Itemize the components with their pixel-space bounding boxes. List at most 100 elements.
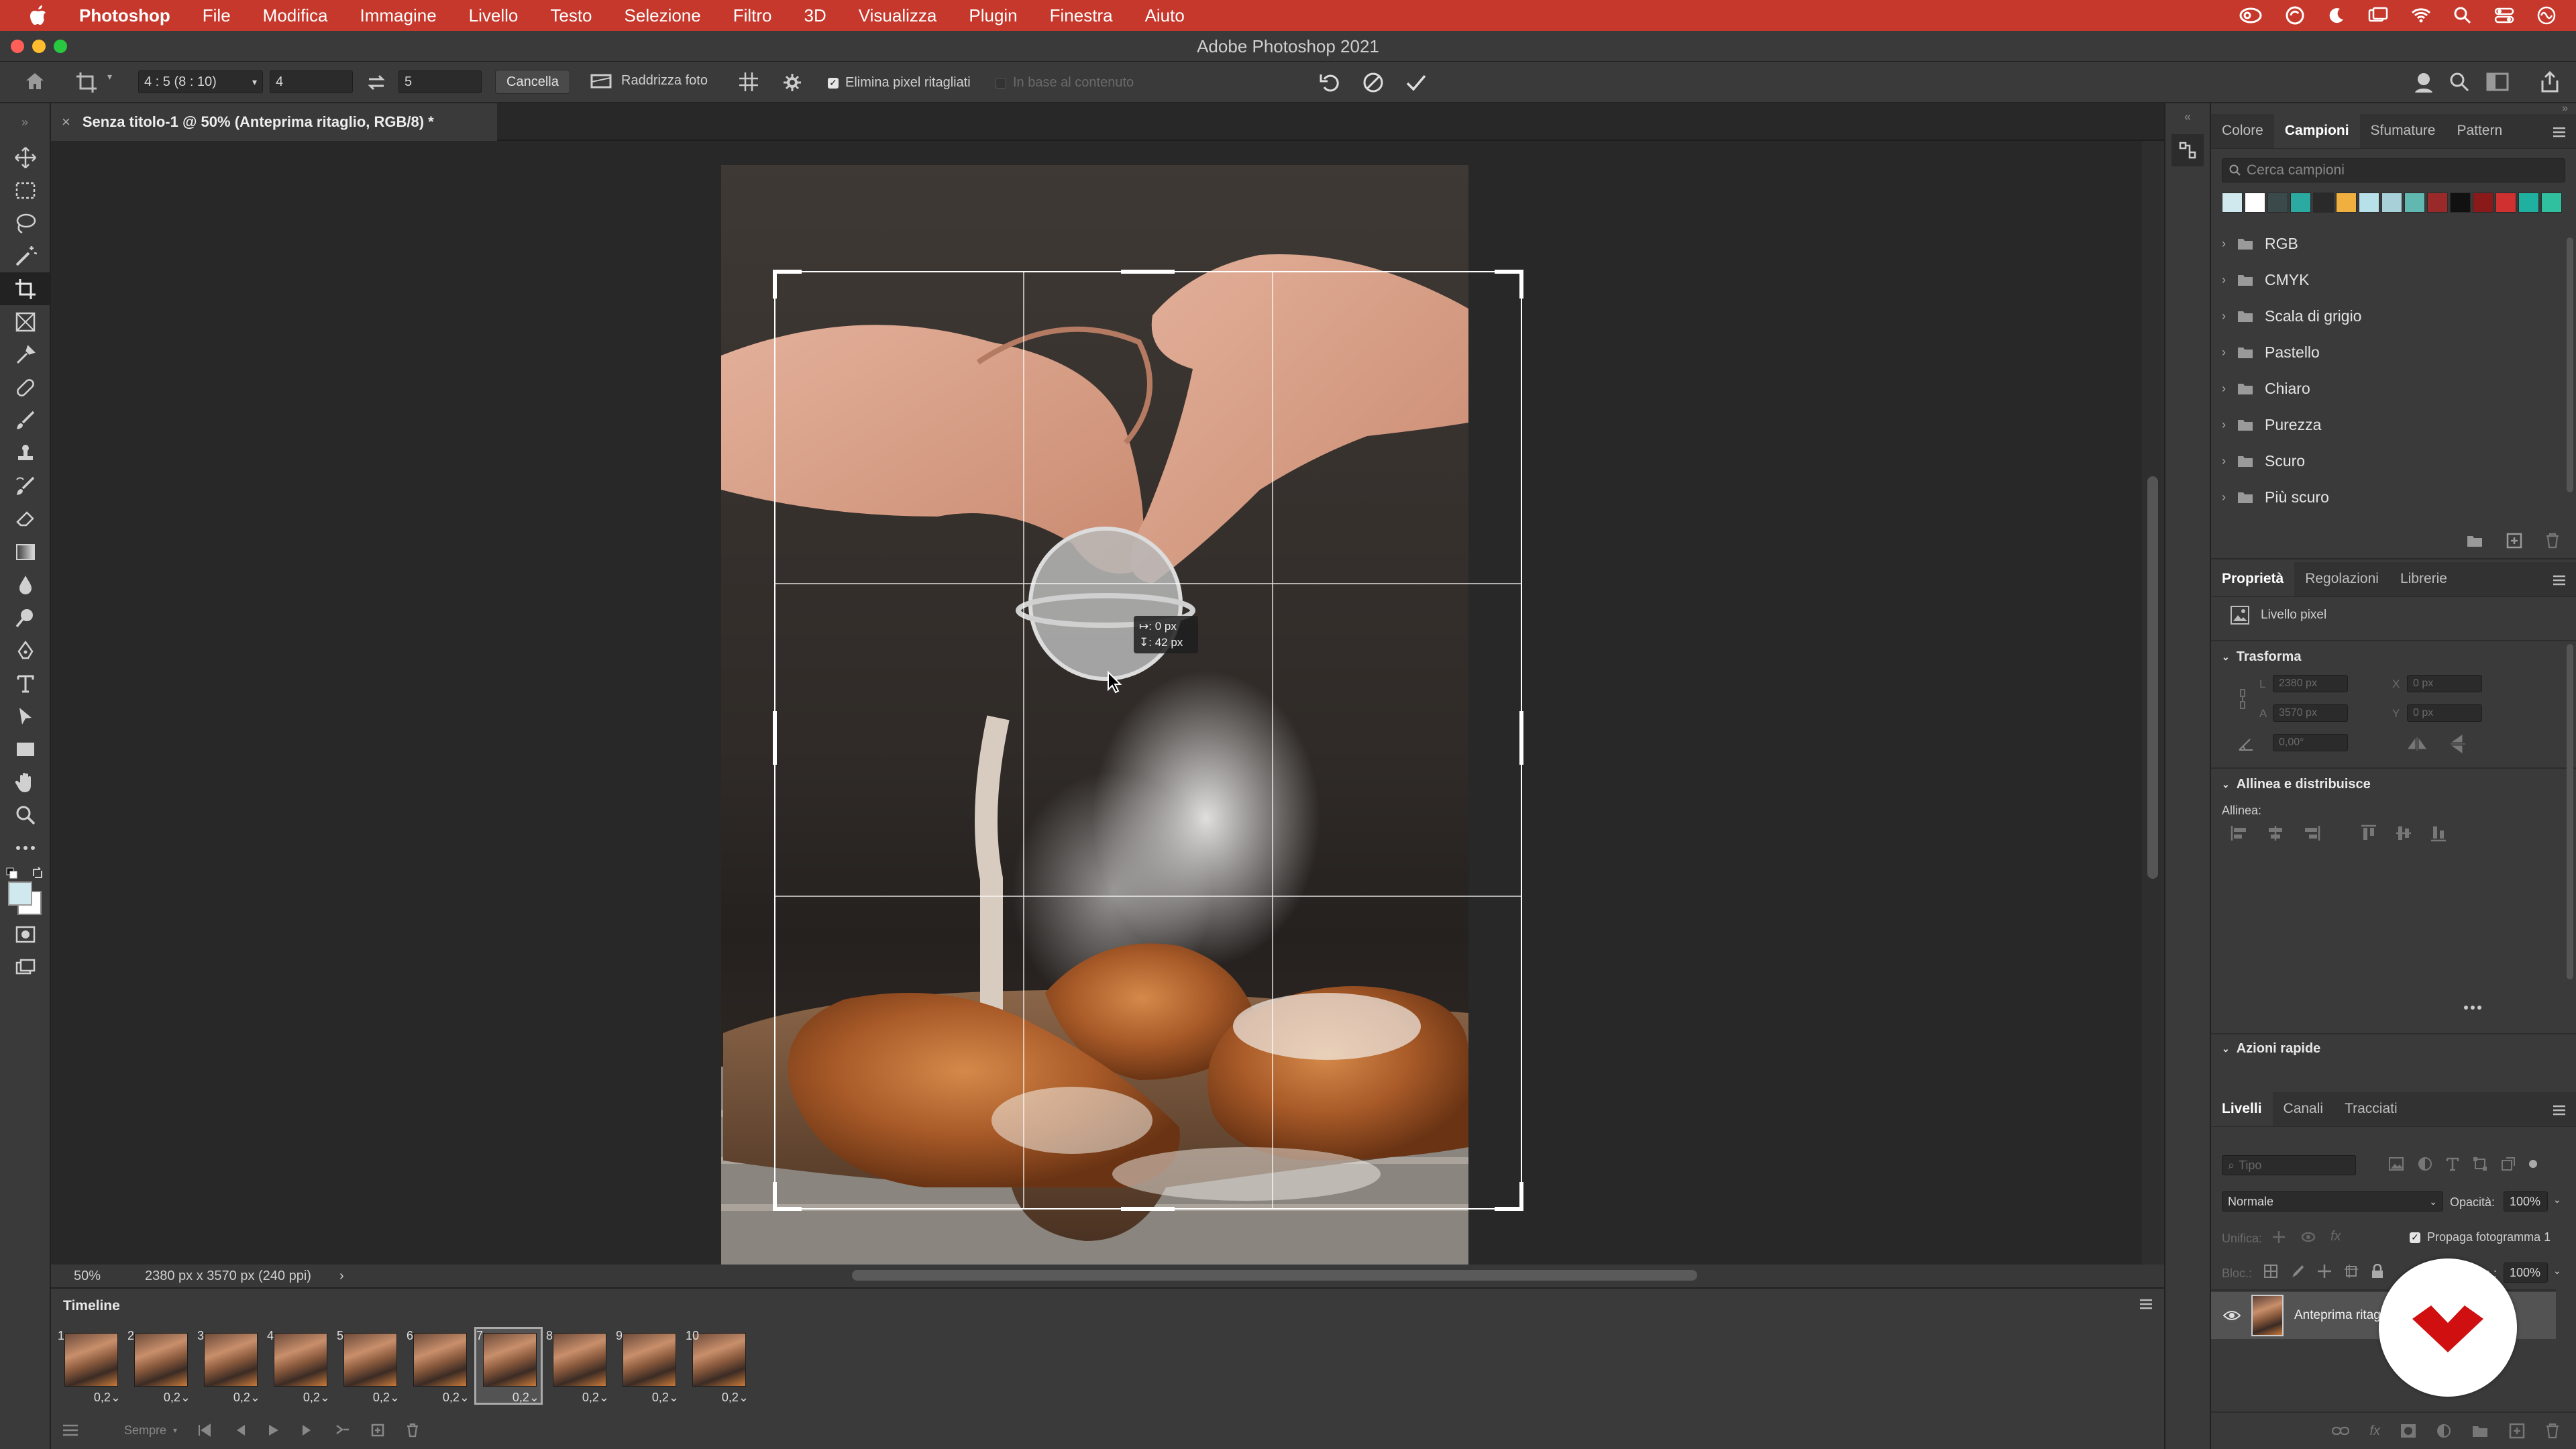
document-tab[interactable]: × Senza titolo-1 @ 50% (Anteprima ritagl… [51,103,497,141]
swatch-folder[interactable]: › Più scuro [2211,479,2576,515]
eraser-tool-icon[interactable] [0,502,51,535]
lock-position-icon[interactable] [2317,1264,2332,1279]
color-swatch[interactable] [2427,193,2448,213]
visibility-eye-icon[interactable] [2223,1309,2241,1322]
filter-toggle-icon[interactable] [2529,1160,2537,1168]
frame-duration[interactable]: 0,2⌄ [722,1391,749,1405]
menu-testo[interactable]: Testo [550,5,592,26]
tab-livelli[interactable]: Livelli [2211,1091,2273,1126]
duplicate-frame-icon[interactable] [370,1423,385,1438]
path-selection-tool-icon[interactable] [0,700,51,733]
crop-tool-icon[interactable] [0,272,51,305]
learn-icon[interactable] [2412,71,2435,94]
opacity-chevron-icon[interactable]: ⌄ [2553,1194,2561,1205]
layer-filter-select[interactable]: ⌕ Tipo [2222,1155,2356,1175]
timeline-menu-icon[interactable] [2139,1298,2153,1310]
collapse-toolbar-icon[interactable]: » [0,103,50,141]
filter-type-icon[interactable] [2446,1157,2459,1171]
menu-filtro[interactable]: Filtro [733,5,772,26]
display-icon[interactable] [2368,7,2388,24]
commit-crop-icon[interactable] [1405,71,1428,94]
apple-icon[interactable] [30,5,47,25]
previous-frame-icon[interactable] [232,1424,247,1437]
tab-regolazioni[interactable]: Regolazioni [2294,571,2390,596]
close-window-button[interactable] [11,40,24,53]
swatches-scrollbar[interactable] [2567,237,2573,492]
delete-swatch-icon[interactable] [2545,533,2560,549]
horizontal-scrollbar[interactable] [852,1270,1697,1281]
crop-width-input[interactable]: 4 [270,70,353,93]
menu-app-name[interactable]: Photoshop [79,5,170,26]
color-swatch[interactable] [2496,193,2516,213]
siri-icon[interactable] [2537,6,2556,25]
crop-preset-chevron-icon[interactable]: ▾ [107,71,112,83]
timeline-frame[interactable]: 4 0,2⌄ [267,1329,331,1405]
chevron-right-icon[interactable]: › [2222,345,2226,360]
control-center-icon[interactable] [2494,7,2514,23]
lock-artboard-icon[interactable] [2344,1264,2359,1279]
swatch-folder[interactable]: › Chiaro [2211,370,2576,407]
chevron-right-icon[interactable]: › [2222,382,2226,396]
swap-colors-icon[interactable] [31,867,44,880]
swatch-folder[interactable]: › Pastello [2211,334,2576,370]
timeline-frame[interactable]: 5 0,2⌄ [337,1329,401,1404]
frame-duration[interactable]: 0,2⌄ [233,1391,260,1405]
color-swatch[interactable] [2245,193,2265,213]
y-field[interactable]: 0 px [2407,704,2482,722]
propagate-checkbox[interactable]: ✓ [2410,1232,2420,1243]
next-frame-icon[interactable] [301,1424,315,1437]
chevron-right-icon[interactable]: › [2222,237,2226,251]
timeline-frame[interactable]: 10 0,2⌄ [686,1329,750,1405]
add-mask-icon[interactable] [2400,1424,2416,1438]
healing-brush-tool-icon[interactable] [0,371,51,404]
color-swatch[interactable] [2473,193,2493,213]
color-swatch[interactable] [2313,193,2334,213]
frame-duration[interactable]: 0,2⌄ [652,1391,679,1405]
crop-tool-preset-icon[interactable] [75,71,98,94]
link-dimensions-icon[interactable] [2238,687,2247,711]
properties-menu-icon[interactable] [2552,574,2567,586]
filter-smart-object-icon[interactable] [2501,1157,2516,1171]
frame-duration[interactable]: 0,2⌄ [164,1391,191,1405]
chevron-right-icon[interactable]: › [2222,309,2226,323]
expand-panels-icon[interactable]: » [2211,103,2576,114]
minimize-window-button[interactable] [32,40,46,53]
play-icon[interactable] [267,1424,280,1437]
color-swatch[interactable] [2450,193,2471,213]
spotlight-search-icon[interactable] [2454,7,2471,24]
delete-cropped-checkbox[interactable]: ✓ [828,77,839,89]
vertical-scrollbar[interactable] [2142,141,2164,1265]
timeline-frame[interactable]: 9 0,2⌄ [616,1329,680,1405]
layers-menu-icon[interactable] [2552,1104,2567,1116]
frame-duration[interactable]: 0,2⌄ [303,1391,330,1405]
new-swatch-icon[interactable] [2506,533,2522,549]
workspace-icon[interactable] [2486,72,2509,91]
straighten-button[interactable]: Raddrizza foto [590,71,708,90]
pen-tool-icon[interactable] [0,634,51,667]
type-tool-icon[interactable] [0,667,51,700]
width-field[interactable]: 2380 px [2273,675,2348,692]
tab-tracciati[interactable]: Tracciati [2334,1101,2408,1126]
color-swatch[interactable] [2267,193,2288,213]
menu-plugin[interactable]: Plugin [969,5,1017,26]
timeline-frame[interactable]: 7 0,2⌄ [474,1327,543,1405]
tab-canali[interactable]: Canali [2273,1101,2334,1126]
quick-mask-icon[interactable] [0,918,51,951]
align-top-icon[interactable] [2360,824,2377,843]
swatch-folder[interactable]: › Scala di grigio [2211,298,2576,334]
propagate-option[interactable]: ✓ Propaga fotogramma 1 [2410,1230,2551,1244]
marquee-tool-icon[interactable] [0,174,51,207]
menu-3d[interactable]: 3D [804,5,826,26]
lock-transparent-icon[interactable] [2263,1264,2278,1279]
crop-settings-gear-icon[interactable] [782,72,802,93]
timeline-frame[interactable]: 1 0,2⌄ [58,1329,122,1405]
frame-duration[interactable]: 0,2⌄ [94,1391,121,1405]
history-brush-tool-icon[interactable] [0,470,51,502]
align-center-horizontal-icon[interactable] [2266,824,2285,842]
ratio-select[interactable]: 4 : 5 (8 : 10) ▾ [138,70,263,93]
lasso-tool-icon[interactable] [0,207,51,239]
swatches-menu-icon[interactable] [2552,126,2567,138]
quick-actions-section-header[interactable]: ⌄ Azioni rapide [2211,1041,2320,1057]
align-left-icon[interactable] [2230,824,2249,842]
new-layer-icon[interactable] [2509,1423,2525,1439]
